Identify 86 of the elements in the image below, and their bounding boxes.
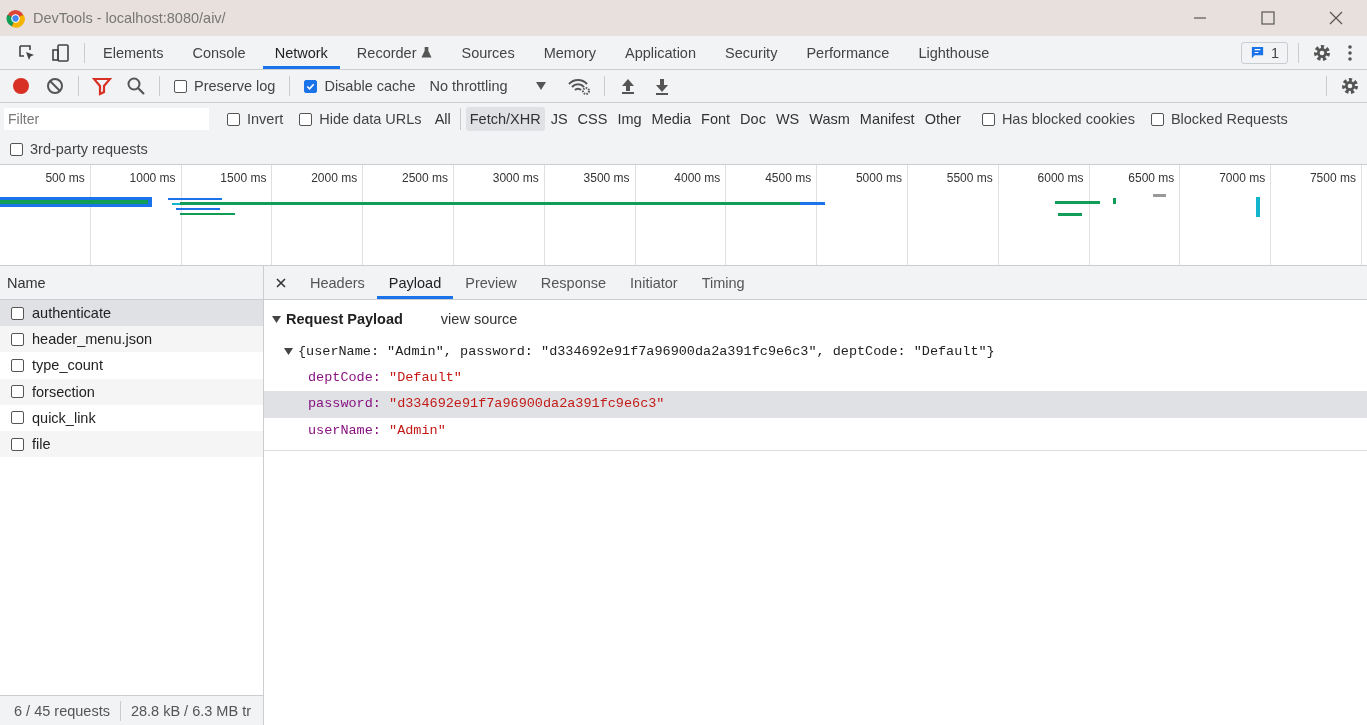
request-row[interactable]: type_count — [0, 352, 263, 379]
collapse-triangle-icon[interactable] — [272, 314, 281, 324]
panel-tab[interactable]: Security — [713, 36, 790, 69]
time-tick-label: 3500 ms — [583, 171, 630, 185]
flask-icon — [421, 46, 433, 59]
filter-field[interactable]: Filter — [4, 108, 209, 130]
time-tick-label: 7500 ms — [1309, 171, 1356, 185]
request-row[interactable]: header_menu.json — [0, 326, 263, 353]
time-tick-label: 2000 ms — [311, 171, 358, 185]
type-filter-button[interactable]: Manifest — [855, 107, 919, 131]
collapse-triangle-icon[interactable] — [284, 346, 293, 356]
third-party-checkbox[interactable]: 3rd-party requests — [10, 141, 148, 157]
device-toolbar-icon[interactable] — [51, 42, 71, 63]
transfer-size: 28.8 kB / 6.3 MB tr — [130, 702, 251, 719]
type-filter-button[interactable]: Other — [920, 107, 965, 131]
time-tick-label: 6500 ms — [1128, 171, 1175, 185]
type-filter-button[interactable]: CSS — [573, 107, 612, 131]
blocked-requests-checkbox[interactable]: Blocked Requests — [1150, 111, 1288, 127]
payload-property[interactable]: deptCode: "Default" — [264, 364, 1367, 391]
panel-tab[interactable]: Lighthouse — [906, 36, 1002, 69]
panel-tab[interactable]: Recorder — [344, 36, 445, 69]
section-title: Request Payload — [286, 311, 403, 327]
detail-tab[interactable]: Payload — [376, 266, 454, 299]
detail-tab[interactable]: Response — [528, 266, 619, 299]
time-tick-label: 7000 ms — [1219, 171, 1266, 185]
type-filter-button[interactable]: Fetch/XHR — [465, 107, 545, 131]
time-tick-label: 500 ms — [45, 171, 85, 185]
caret-icon — [535, 82, 546, 90]
settings-icon[interactable] — [1340, 76, 1360, 96]
panel-tab[interactable]: Sources — [449, 36, 527, 69]
time-tick-label: 4500 ms — [765, 171, 812, 185]
more-options-icon[interactable] — [1347, 42, 1353, 63]
request-row[interactable]: forsection — [0, 378, 263, 405]
panel-tab[interactable]: Performance — [794, 36, 902, 69]
request-count: 6 / 45 requests — [14, 702, 110, 719]
close-icon[interactable] — [1329, 11, 1343, 25]
type-filter-button[interactable]: All — [430, 107, 455, 131]
filter-icon[interactable] — [92, 76, 112, 96]
type-filter-button[interactable]: Doc — [736, 107, 770, 131]
clear-icon[interactable] — [45, 76, 65, 96]
preserve-log-checkbox[interactable]: Preserve log — [174, 78, 276, 94]
request-row[interactable]: file — [0, 430, 263, 458]
browser-logo-icon — [6, 8, 25, 28]
payload-property[interactable]: password: "d334692e91f7a96900da2a391fc9e6c3" — [264, 391, 1367, 418]
detail-tab[interactable]: Headers — [298, 266, 377, 299]
panel-tab[interactable]: Application — [613, 36, 708, 69]
search-icon[interactable] — [126, 76, 146, 96]
name-column-header[interactable]: Name — [0, 266, 263, 300]
panel-tab[interactable]: Elements — [91, 36, 176, 69]
time-tick-label: 5500 ms — [946, 171, 993, 185]
hide-data-urls-checkbox[interactable]: Hide data URLs — [299, 111, 422, 127]
detail-tab[interactable]: Initiator — [618, 266, 690, 299]
issues-button[interactable]: 1 — [1240, 41, 1288, 64]
time-tick-label: 4000 ms — [674, 171, 721, 185]
disable-cache-checkbox[interactable]: Disable cache — [304, 78, 416, 94]
type-filter-button[interactable]: WS — [771, 107, 804, 131]
panel-tab[interactable]: Console — [180, 36, 258, 69]
invert-checkbox[interactable]: Invert — [227, 111, 284, 127]
request-row[interactable]: authenticate — [0, 300, 263, 327]
window-title: DevTools - localhost:8080/aiv/ — [33, 10, 226, 26]
message-icon — [1249, 45, 1265, 60]
time-tick-label: 3000 ms — [492, 171, 539, 185]
detail-tab[interactable]: Timing — [689, 266, 757, 299]
blocked-cookies-checkbox[interactable]: Has blocked cookies — [981, 111, 1135, 127]
detail-tab[interactable]: Preview — [453, 266, 529, 299]
view-source-link[interactable]: view source — [440, 311, 518, 327]
time-tick-label: 1000 ms — [129, 171, 176, 185]
type-filter-button[interactable]: Media — [647, 107, 696, 131]
type-filter-button[interactable]: Wasm — [805, 107, 854, 131]
type-filter-button[interactable]: Font — [697, 107, 735, 131]
type-filter-button[interactable]: JS — [546, 107, 572, 131]
type-filter-button[interactable]: Img — [613, 107, 646, 131]
time-tick-label: 5000 ms — [855, 171, 902, 185]
panel-tab[interactable]: Memory — [531, 36, 609, 69]
close-icon[interactable] — [276, 277, 286, 288]
payload-property[interactable]: userName: "Admin" — [264, 417, 1367, 444]
maximize-icon[interactable] — [1261, 11, 1275, 25]
time-tick-label: 2500 ms — [401, 171, 448, 185]
settings-icon[interactable] — [1312, 42, 1332, 63]
throttling-dropdown[interactable]: No throttling — [423, 77, 552, 95]
record-icon[interactable] — [11, 76, 31, 96]
time-tick-label: 1500 ms — [220, 171, 267, 185]
payload-summary: {userName: "Admin", password: "d334692e91f7a96900da2a391fc9e6c3", deptCode: "Default"} — [298, 343, 995, 359]
time-tick-label: 6000 ms — [1037, 171, 1084, 185]
request-row[interactable]: quick_link — [0, 404, 263, 431]
network-conditions-icon[interactable] — [566, 76, 591, 96]
